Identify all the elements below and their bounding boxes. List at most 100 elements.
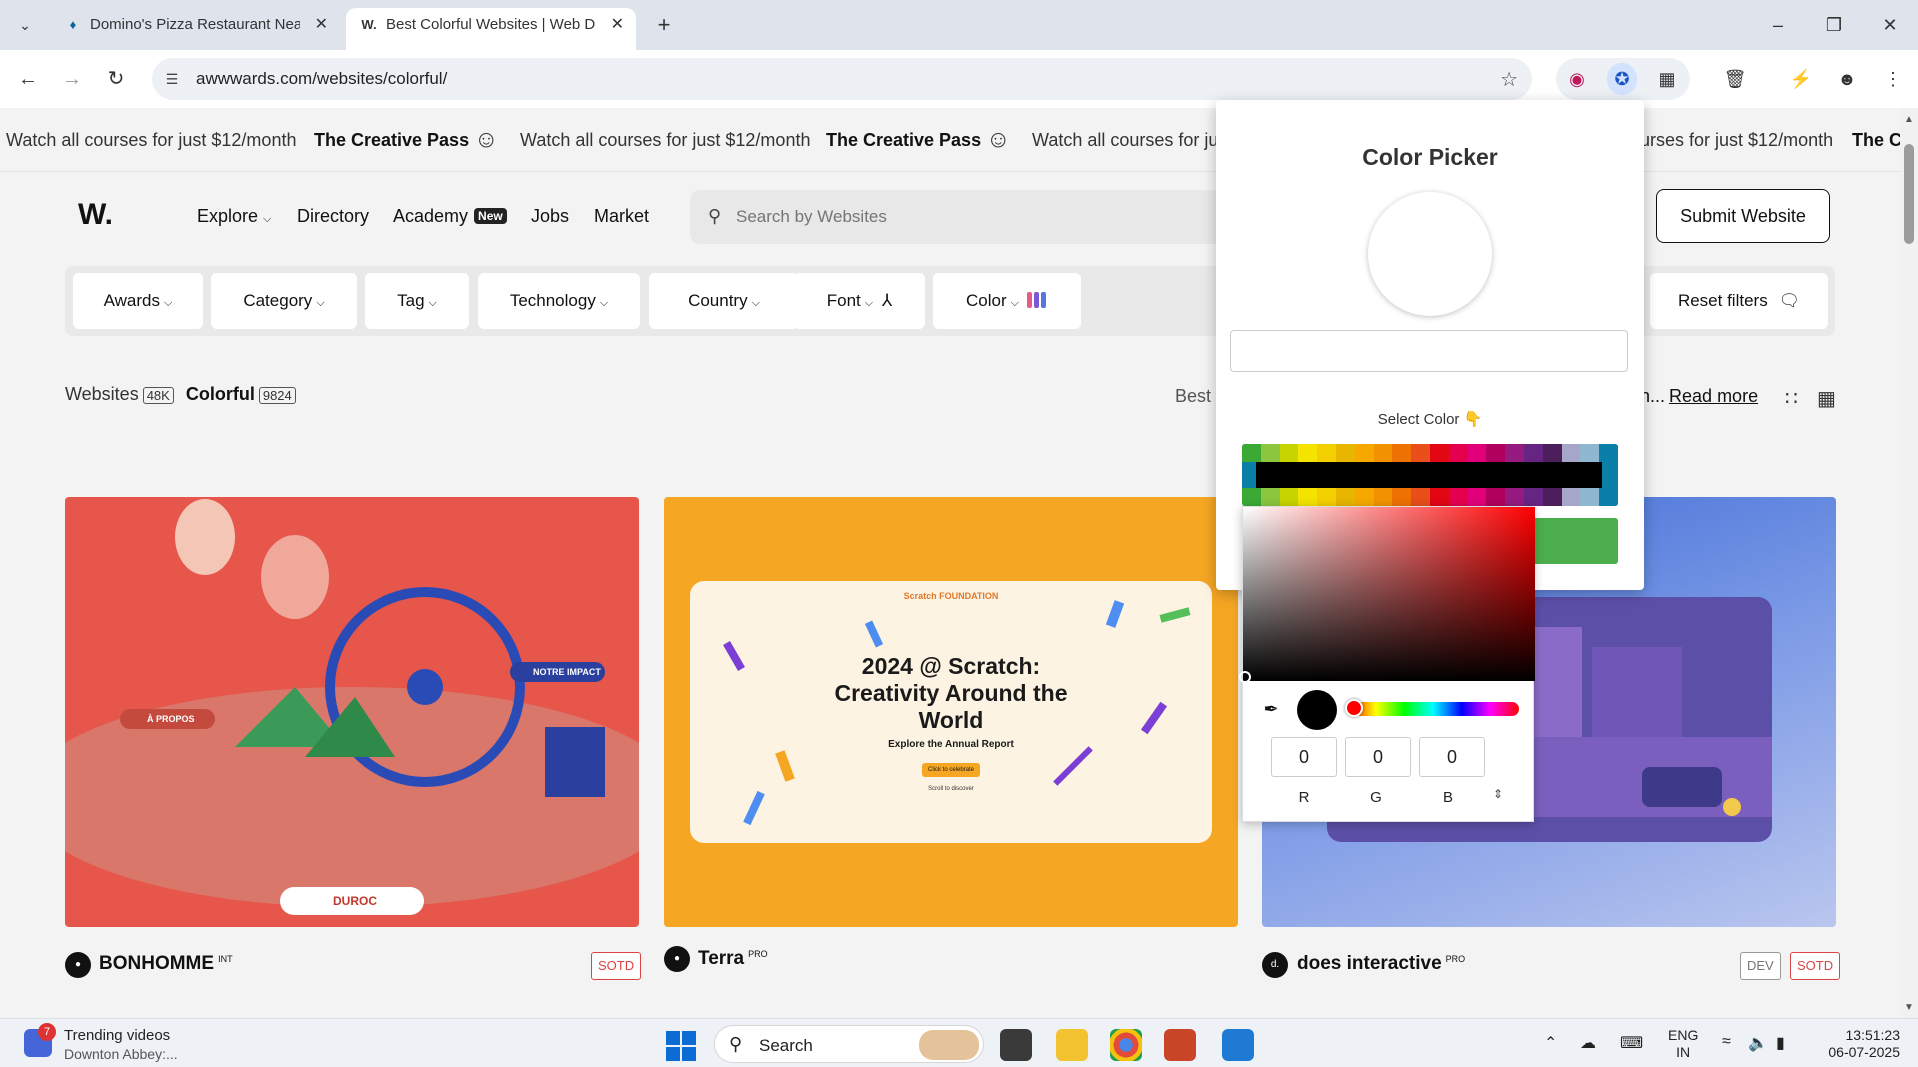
- powerpoint-icon[interactable]: [1164, 1029, 1196, 1061]
- color-swatch[interactable]: [1505, 488, 1524, 506]
- color-swatch[interactable]: [1429, 444, 1449, 462]
- trash-icon[interactable]: 🗑: [1720, 63, 1750, 95]
- site-settings-icon[interactable]: ☰: [162, 69, 182, 89]
- color-swatch[interactable]: [1298, 444, 1318, 462]
- hue-slider[interactable]: [1345, 699, 1519, 717]
- site-card-terra[interactable]: Scratch FOUNDATION 2024 @ Scratch: Creat…: [664, 497, 1238, 927]
- color-swatch[interactable]: [1523, 444, 1543, 462]
- format-toggle-icon[interactable]: ⇕: [1493, 787, 1503, 801]
- windows-start-icon[interactable]: [666, 1031, 696, 1061]
- task-view-icon[interactable]: [1000, 1029, 1032, 1061]
- color-swatch[interactable]: [1467, 444, 1487, 462]
- color-swatch[interactable]: [1542, 488, 1562, 506]
- keyboard-icon[interactable]: ⌨: [1620, 1033, 1643, 1053]
- tray-overflow-icon[interactable]: ⌃: [1544, 1033, 1557, 1053]
- card-title[interactable]: BONHOMME INT: [99, 953, 233, 975]
- color-swatch[interactable]: [1354, 444, 1374, 462]
- eyedropper-icon[interactable]: ✒: [1259, 697, 1283, 721]
- color-swatch[interactable]: [1523, 488, 1543, 506]
- color-swatch[interactable]: [1242, 488, 1261, 506]
- scroll-up-icon[interactable]: ▲: [1904, 114, 1914, 125]
- color-swatch[interactable]: [1392, 444, 1412, 462]
- filter-tag[interactable]: Tag ⌵: [365, 273, 469, 329]
- grid-large-icon[interactable]: ▦: [1817, 386, 1836, 411]
- nav-explore[interactable]: Explore ⌵: [197, 206, 271, 227]
- color-swatch[interactable]: [1392, 488, 1412, 506]
- blue-input[interactable]: [1419, 737, 1485, 777]
- search-input[interactable]: [736, 202, 1196, 232]
- filter-category[interactable]: Category ⌵: [211, 273, 357, 329]
- taskbar-search[interactable]: ⚲ Search: [714, 1025, 984, 1063]
- color-swatch[interactable]: [1505, 444, 1524, 462]
- performance-icon[interactable]: ⚡: [1786, 63, 1816, 95]
- bookmark-star-icon[interactable]: ☆: [1500, 67, 1518, 92]
- color-swatch[interactable]: [1260, 488, 1280, 506]
- screen-record-icon[interactable]: ◉: [1562, 63, 1592, 95]
- saturation-value-area[interactable]: [1239, 507, 1535, 683]
- color-swatch[interactable]: [1335, 444, 1355, 462]
- language-indicator[interactable]: ENG IN: [1668, 1027, 1698, 1061]
- sv-cursor[interactable]: [1239, 671, 1251, 683]
- tab-awwwards[interactable]: W. Best Colorful Websites | Web De ✕: [346, 8, 636, 50]
- awwwards-logo[interactable]: W.: [78, 198, 113, 232]
- tab-close-icon[interactable]: ✕: [611, 8, 624, 42]
- color-swatch[interactable]: [1411, 444, 1430, 462]
- read-more-link[interactable]: Read more: [1669, 386, 1758, 406]
- color-swatch[interactable]: [1448, 444, 1468, 462]
- filter-color[interactable]: Color ⌵: [933, 273, 1081, 329]
- color-swatch[interactable]: [1298, 488, 1318, 506]
- green-input[interactable]: [1345, 737, 1411, 777]
- color-swatch[interactable]: [1260, 444, 1280, 462]
- color-swatch[interactable]: [1561, 444, 1581, 462]
- reload-icon[interactable]: ↻: [100, 63, 132, 95]
- battery-icon[interactable]: ▮: [1776, 1033, 1785, 1053]
- avatar[interactable]: ●: [664, 946, 690, 972]
- kebab-menu-icon[interactable]: ⋮: [1878, 63, 1908, 95]
- nav-academy[interactable]: Academy New: [393, 206, 507, 227]
- filter-country[interactable]: Country ⌵: [649, 273, 799, 329]
- color-swatch[interactable]: [1317, 488, 1336, 506]
- selected-swatch-strip[interactable]: [1256, 462, 1602, 488]
- color-swatch[interactable]: [1599, 444, 1618, 462]
- restore-icon[interactable]: ❐: [1814, 10, 1854, 40]
- profile-avatar[interactable]: ☻: [1832, 63, 1862, 95]
- color-swatch[interactable]: [1317, 444, 1336, 462]
- color-picker-extension-icon[interactable]: ✪: [1607, 63, 1637, 95]
- card-title[interactable]: does interactive PRO: [1297, 953, 1465, 975]
- minimize-icon[interactable]: –: [1758, 10, 1798, 40]
- color-swatch[interactable]: [1242, 444, 1261, 462]
- color-swatch[interactable]: [1279, 444, 1299, 462]
- window-close-icon[interactable]: ✕: [1870, 10, 1910, 40]
- red-input[interactable]: [1271, 737, 1337, 777]
- websites-link[interactable]: Websites: [65, 384, 139, 404]
- nav-directory[interactable]: Directory: [297, 206, 369, 227]
- submit-website-button[interactable]: Submit Website: [1656, 189, 1830, 243]
- file-explorer-icon[interactable]: [1056, 1029, 1088, 1061]
- hex-value-field[interactable]: [1230, 330, 1628, 372]
- color-swatch[interactable]: [1373, 488, 1393, 506]
- filter-font[interactable]: Font ⌵ ⅄: [794, 273, 925, 329]
- tab-search-menu-icon[interactable]: ⌄: [12, 12, 38, 38]
- avatar[interactable]: d.: [1262, 952, 1288, 978]
- color-swatch[interactable]: [1542, 444, 1562, 462]
- extensions-puzzle-icon[interactable]: ▦: [1652, 63, 1682, 95]
- color-swatch[interactable]: [1373, 444, 1393, 462]
- scrollbar-thumb[interactable]: [1904, 144, 1914, 244]
- color-swatch[interactable]: [1580, 444, 1600, 462]
- volume-icon[interactable]: 🔈: [1748, 1033, 1768, 1053]
- grid-small-icon[interactable]: ∷: [1785, 386, 1798, 411]
- scroll-down-icon[interactable]: ▼: [1904, 1002, 1914, 1013]
- color-swatch[interactable]: [1580, 488, 1600, 506]
- page-scrollbar[interactable]: ▲ ▼: [1900, 108, 1918, 1018]
- color-swatch[interactable]: [1335, 488, 1355, 506]
- color-swatch[interactable]: [1354, 488, 1374, 506]
- nav-market[interactable]: Market: [594, 206, 649, 227]
- color-swatch[interactable]: [1561, 488, 1581, 506]
- clock[interactable]: 13:51:23 06-07-2025: [1814, 1027, 1900, 1061]
- address-bar[interactable]: ☰ awwwards.com/websites/colorful/ ☆: [152, 58, 1532, 100]
- color-swatch[interactable]: [1411, 488, 1430, 506]
- site-card-bonhomme[interactable]: À PROPOS NOTRE IMPACT DUROC: [65, 497, 639, 927]
- reset-filters-button[interactable]: Reset filters 🗨: [1650, 273, 1828, 329]
- nav-jobs[interactable]: Jobs: [531, 206, 569, 227]
- hue-slider-thumb[interactable]: [1345, 699, 1363, 717]
